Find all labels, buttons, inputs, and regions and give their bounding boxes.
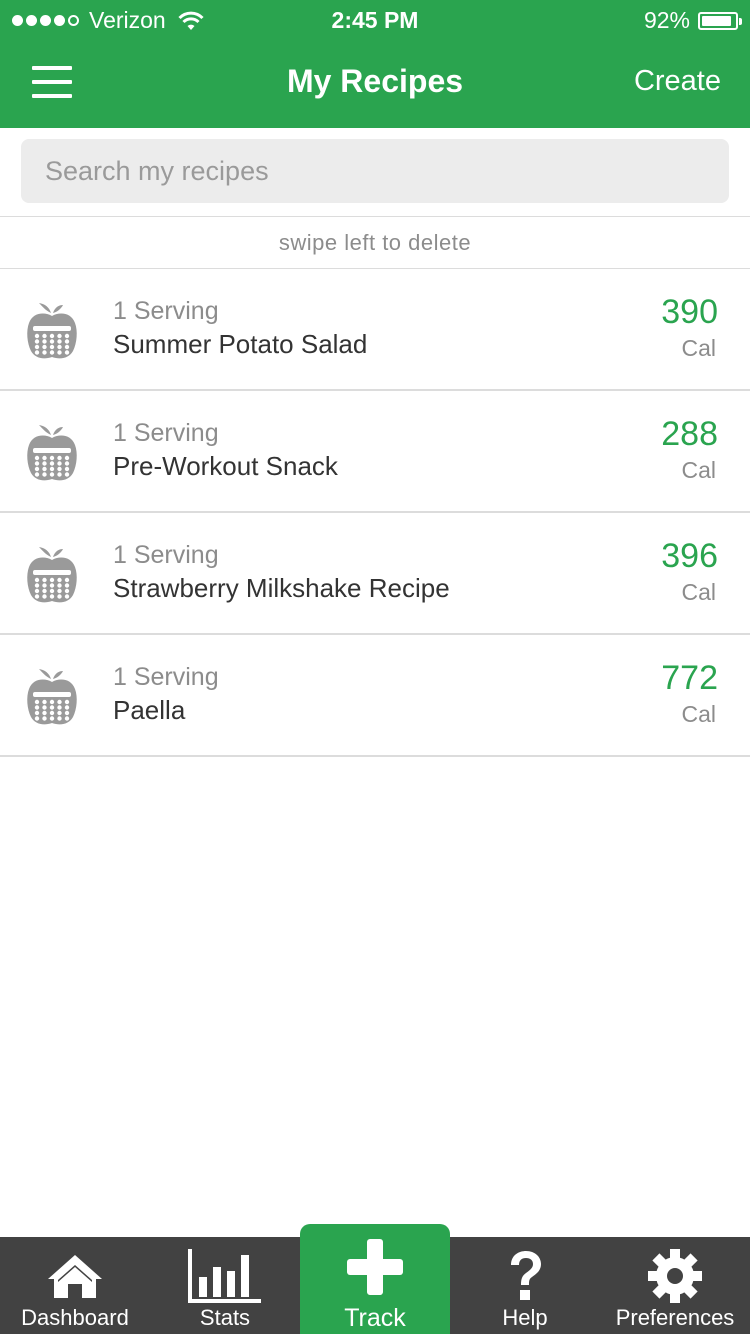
- search-bar: [0, 128, 750, 216]
- battery-percent: 92%: [643, 7, 690, 33]
- recipe-servings: 1 Serving: [113, 297, 219, 325]
- recipe-calories: 772: [661, 659, 718, 697]
- recipe-calories: 288: [661, 415, 718, 453]
- calories-unit: Cal: [681, 335, 716, 361]
- apple-calculator-icon: [25, 299, 79, 361]
- recipe-calories: 396: [661, 537, 718, 575]
- calories-unit: Cal: [681, 579, 716, 605]
- tab-bar: Dashboard Stats Track Help Preferences: [0, 1224, 750, 1334]
- calories-unit: Cal: [681, 701, 716, 727]
- apple-calculator-icon: [25, 421, 79, 483]
- tab-preferences[interactable]: Preferences: [600, 1237, 750, 1334]
- list-item[interactable]: 1 Serving Paella 772 Cal: [0, 635, 750, 757]
- list-item[interactable]: 1 Serving Pre-Workout Snack 288 Cal: [0, 391, 750, 513]
- recipe-list: 1 Serving Summer Potato Salad 390 Cal 1 …: [0, 269, 750, 757]
- tab-stats[interactable]: Stats: [150, 1237, 300, 1334]
- tab-help[interactable]: Help: [450, 1237, 600, 1334]
- swipe-hint: swipe left to delete: [0, 216, 750, 269]
- bar-chart-icon: [150, 1247, 300, 1305]
- tab-label: Help: [502, 1305, 548, 1330]
- apple-calculator-icon: [25, 543, 79, 605]
- recipe-name: Strawberry Milkshake Recipe: [113, 573, 450, 603]
- search-input[interactable]: [21, 139, 729, 203]
- apple-calculator-icon: [25, 665, 79, 727]
- tab-label: Dashboard: [21, 1305, 129, 1330]
- list-item[interactable]: 1 Serving Summer Potato Salad 390 Cal: [0, 269, 750, 391]
- nav-bar: My Recipes Create: [0, 40, 750, 128]
- tab-label: Preferences: [615, 1305, 735, 1330]
- recipe-name: Pre-Workout Snack: [113, 451, 338, 481]
- status-time: 2:45 PM: [331, 7, 419, 33]
- recipe-calories: 390: [661, 293, 718, 331]
- recipe-servings: 1 Serving: [113, 663, 219, 691]
- recipe-name: Summer Potato Salad: [113, 329, 368, 359]
- battery-icon: [698, 11, 742, 30]
- status-bar: Verizon 2:45 PM 92%: [0, 0, 750, 40]
- home-icon: [0, 1247, 150, 1305]
- gear-icon: [600, 1247, 750, 1305]
- plus-icon: [300, 1238, 450, 1296]
- app-header: Verizon 2:45 PM 92% My Recipes Create: [0, 0, 750, 128]
- tab-track[interactable]: Track: [300, 1224, 450, 1334]
- recipe-servings: 1 Serving: [113, 419, 219, 447]
- recipe-name: Paella: [113, 695, 186, 725]
- list-item[interactable]: 1 Serving Strawberry Milkshake Recipe 39…: [0, 513, 750, 635]
- question-icon: [450, 1247, 600, 1305]
- create-button[interactable]: Create: [634, 65, 721, 98]
- tab-dashboard[interactable]: Dashboard: [0, 1237, 150, 1334]
- tab-label: Track: [344, 1304, 406, 1332]
- status-right: 92%: [643, 7, 742, 34]
- recipe-servings: 1 Serving: [113, 541, 219, 569]
- tab-label: Stats: [199, 1305, 251, 1330]
- calories-unit: Cal: [681, 457, 716, 483]
